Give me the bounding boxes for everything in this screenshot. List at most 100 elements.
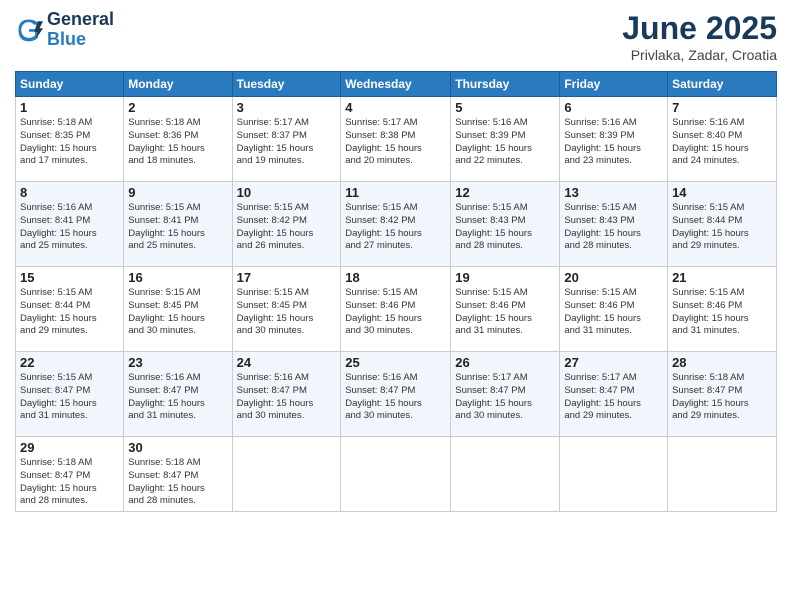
day-info: Sunrise: 5:18 AMSunset: 8:35 PMDaylight:… <box>20 117 119 168</box>
weekday-header: Sunday <box>16 72 124 97</box>
calendar-cell: 4 Sunrise: 5:17 AMSunset: 8:38 PMDayligh… <box>341 97 451 182</box>
calendar-cell: 29 Sunrise: 5:18 AMSunset: 8:47 PMDaylig… <box>16 437 124 512</box>
day-number: 3 <box>237 100 337 115</box>
calendar-cell: 6 Sunrise: 5:16 AMSunset: 8:39 PMDayligh… <box>560 97 668 182</box>
day-number: 4 <box>345 100 446 115</box>
logo-line2: Blue <box>47 30 114 50</box>
day-number: 2 <box>128 100 227 115</box>
day-info: Sunrise: 5:15 AMSunset: 8:44 PMDaylight:… <box>20 287 119 338</box>
day-info: Sunrise: 5:16 AMSunset: 8:39 PMDaylight:… <box>455 117 555 168</box>
calendar-cell: 11 Sunrise: 5:15 AMSunset: 8:42 PMDaylig… <box>341 182 451 267</box>
calendar-cell: 13 Sunrise: 5:15 AMSunset: 8:43 PMDaylig… <box>560 182 668 267</box>
calendar-cell: 9 Sunrise: 5:15 AMSunset: 8:41 PMDayligh… <box>124 182 232 267</box>
calendar-cell: 18 Sunrise: 5:15 AMSunset: 8:46 PMDaylig… <box>341 267 451 352</box>
day-number: 30 <box>128 440 227 455</box>
day-info: Sunrise: 5:15 AMSunset: 8:45 PMDaylight:… <box>128 287 227 338</box>
day-number: 6 <box>564 100 663 115</box>
day-number: 15 <box>20 270 119 285</box>
day-number: 20 <box>564 270 663 285</box>
day-info: Sunrise: 5:16 AMSunset: 8:47 PMDaylight:… <box>128 372 227 423</box>
weekday-header: Saturday <box>668 72 777 97</box>
day-info: Sunrise: 5:18 AMSunset: 8:47 PMDaylight:… <box>672 372 772 423</box>
calendar-cell: 7 Sunrise: 5:16 AMSunset: 8:40 PMDayligh… <box>668 97 777 182</box>
calendar-cell: 15 Sunrise: 5:15 AMSunset: 8:44 PMDaylig… <box>16 267 124 352</box>
calendar-cell: 21 Sunrise: 5:15 AMSunset: 8:46 PMDaylig… <box>668 267 777 352</box>
day-info: Sunrise: 5:15 AMSunset: 8:42 PMDaylight:… <box>345 202 446 253</box>
calendar-cell: 16 Sunrise: 5:15 AMSunset: 8:45 PMDaylig… <box>124 267 232 352</box>
calendar-cell: 30 Sunrise: 5:18 AMSunset: 8:47 PMDaylig… <box>124 437 232 512</box>
day-number: 1 <box>20 100 119 115</box>
day-number: 28 <box>672 355 772 370</box>
calendar-cell: 22 Sunrise: 5:15 AMSunset: 8:47 PMDaylig… <box>16 352 124 437</box>
day-info: Sunrise: 5:15 AMSunset: 8:41 PMDaylight:… <box>128 202 227 253</box>
weekday-header: Wednesday <box>341 72 451 97</box>
day-info: Sunrise: 5:18 AMSunset: 8:36 PMDaylight:… <box>128 117 227 168</box>
day-info: Sunrise: 5:16 AMSunset: 8:41 PMDaylight:… <box>20 202 119 253</box>
day-number: 18 <box>345 270 446 285</box>
calendar-cell: 1 Sunrise: 5:18 AMSunset: 8:35 PMDayligh… <box>16 97 124 182</box>
calendar-cell: 25 Sunrise: 5:16 AMSunset: 8:47 PMDaylig… <box>341 352 451 437</box>
calendar-cell: 23 Sunrise: 5:16 AMSunset: 8:47 PMDaylig… <box>124 352 232 437</box>
calendar-cell: 28 Sunrise: 5:18 AMSunset: 8:47 PMDaylig… <box>668 352 777 437</box>
day-info: Sunrise: 5:16 AMSunset: 8:47 PMDaylight:… <box>237 372 337 423</box>
day-info: Sunrise: 5:15 AMSunset: 8:46 PMDaylight:… <box>564 287 663 338</box>
calendar-cell: 17 Sunrise: 5:15 AMSunset: 8:45 PMDaylig… <box>232 267 341 352</box>
calendar-cell: 19 Sunrise: 5:15 AMSunset: 8:46 PMDaylig… <box>451 267 560 352</box>
logo: General Blue <box>15 10 114 50</box>
day-number: 25 <box>345 355 446 370</box>
calendar-cell <box>451 437 560 512</box>
calendar-cell: 5 Sunrise: 5:16 AMSunset: 8:39 PMDayligh… <box>451 97 560 182</box>
day-info: Sunrise: 5:15 AMSunset: 8:46 PMDaylight:… <box>455 287 555 338</box>
calendar-cell: 10 Sunrise: 5:15 AMSunset: 8:42 PMDaylig… <box>232 182 341 267</box>
calendar-cell <box>560 437 668 512</box>
day-number: 16 <box>128 270 227 285</box>
day-number: 8 <box>20 185 119 200</box>
day-number: 9 <box>128 185 227 200</box>
calendar-cell: 27 Sunrise: 5:17 AMSunset: 8:47 PMDaylig… <box>560 352 668 437</box>
day-info: Sunrise: 5:16 AMSunset: 8:39 PMDaylight:… <box>564 117 663 168</box>
weekday-header: Tuesday <box>232 72 341 97</box>
day-number: 27 <box>564 355 663 370</box>
day-info: Sunrise: 5:15 AMSunset: 8:45 PMDaylight:… <box>237 287 337 338</box>
calendar-table: SundayMondayTuesdayWednesdayThursdayFrid… <box>15 71 777 512</box>
calendar-cell: 26 Sunrise: 5:17 AMSunset: 8:47 PMDaylig… <box>451 352 560 437</box>
day-number: 21 <box>672 270 772 285</box>
header: General Blue June 2025 Privlaka, Zadar, … <box>15 10 777 63</box>
day-info: Sunrise: 5:15 AMSunset: 8:43 PMDaylight:… <box>564 202 663 253</box>
day-info: Sunrise: 5:17 AMSunset: 8:47 PMDaylight:… <box>564 372 663 423</box>
calendar-cell: 8 Sunrise: 5:16 AMSunset: 8:41 PMDayligh… <box>16 182 124 267</box>
day-info: Sunrise: 5:17 AMSunset: 8:37 PMDaylight:… <box>237 117 337 168</box>
calendar-cell: 14 Sunrise: 5:15 AMSunset: 8:44 PMDaylig… <box>668 182 777 267</box>
day-number: 17 <box>237 270 337 285</box>
day-number: 10 <box>237 185 337 200</box>
day-info: Sunrise: 5:17 AMSunset: 8:47 PMDaylight:… <box>455 372 555 423</box>
weekday-header: Friday <box>560 72 668 97</box>
calendar-cell: 2 Sunrise: 5:18 AMSunset: 8:36 PMDayligh… <box>124 97 232 182</box>
day-info: Sunrise: 5:16 AMSunset: 8:40 PMDaylight:… <box>672 117 772 168</box>
day-info: Sunrise: 5:15 AMSunset: 8:46 PMDaylight:… <box>672 287 772 338</box>
day-info: Sunrise: 5:15 AMSunset: 8:44 PMDaylight:… <box>672 202 772 253</box>
calendar-cell: 12 Sunrise: 5:15 AMSunset: 8:43 PMDaylig… <box>451 182 560 267</box>
day-number: 24 <box>237 355 337 370</box>
day-number: 22 <box>20 355 119 370</box>
location: Privlaka, Zadar, Croatia <box>622 47 777 63</box>
logo-icon <box>15 16 43 44</box>
weekday-header: Thursday <box>451 72 560 97</box>
title-block: June 2025 Privlaka, Zadar, Croatia <box>622 10 777 63</box>
logo-text: General Blue <box>47 10 114 50</box>
calendar-cell <box>668 437 777 512</box>
calendar-cell <box>341 437 451 512</box>
day-info: Sunrise: 5:15 AMSunset: 8:43 PMDaylight:… <box>455 202 555 253</box>
day-info: Sunrise: 5:18 AMSunset: 8:47 PMDaylight:… <box>128 457 227 508</box>
day-number: 23 <box>128 355 227 370</box>
month-title: June 2025 <box>622 10 777 47</box>
calendar-cell <box>232 437 341 512</box>
day-number: 13 <box>564 185 663 200</box>
day-info: Sunrise: 5:18 AMSunset: 8:47 PMDaylight:… <box>20 457 119 508</box>
day-number: 29 <box>20 440 119 455</box>
day-number: 5 <box>455 100 555 115</box>
logo-line1: General <box>47 10 114 30</box>
day-info: Sunrise: 5:15 AMSunset: 8:42 PMDaylight:… <box>237 202 337 253</box>
calendar-cell: 20 Sunrise: 5:15 AMSunset: 8:46 PMDaylig… <box>560 267 668 352</box>
day-number: 7 <box>672 100 772 115</box>
